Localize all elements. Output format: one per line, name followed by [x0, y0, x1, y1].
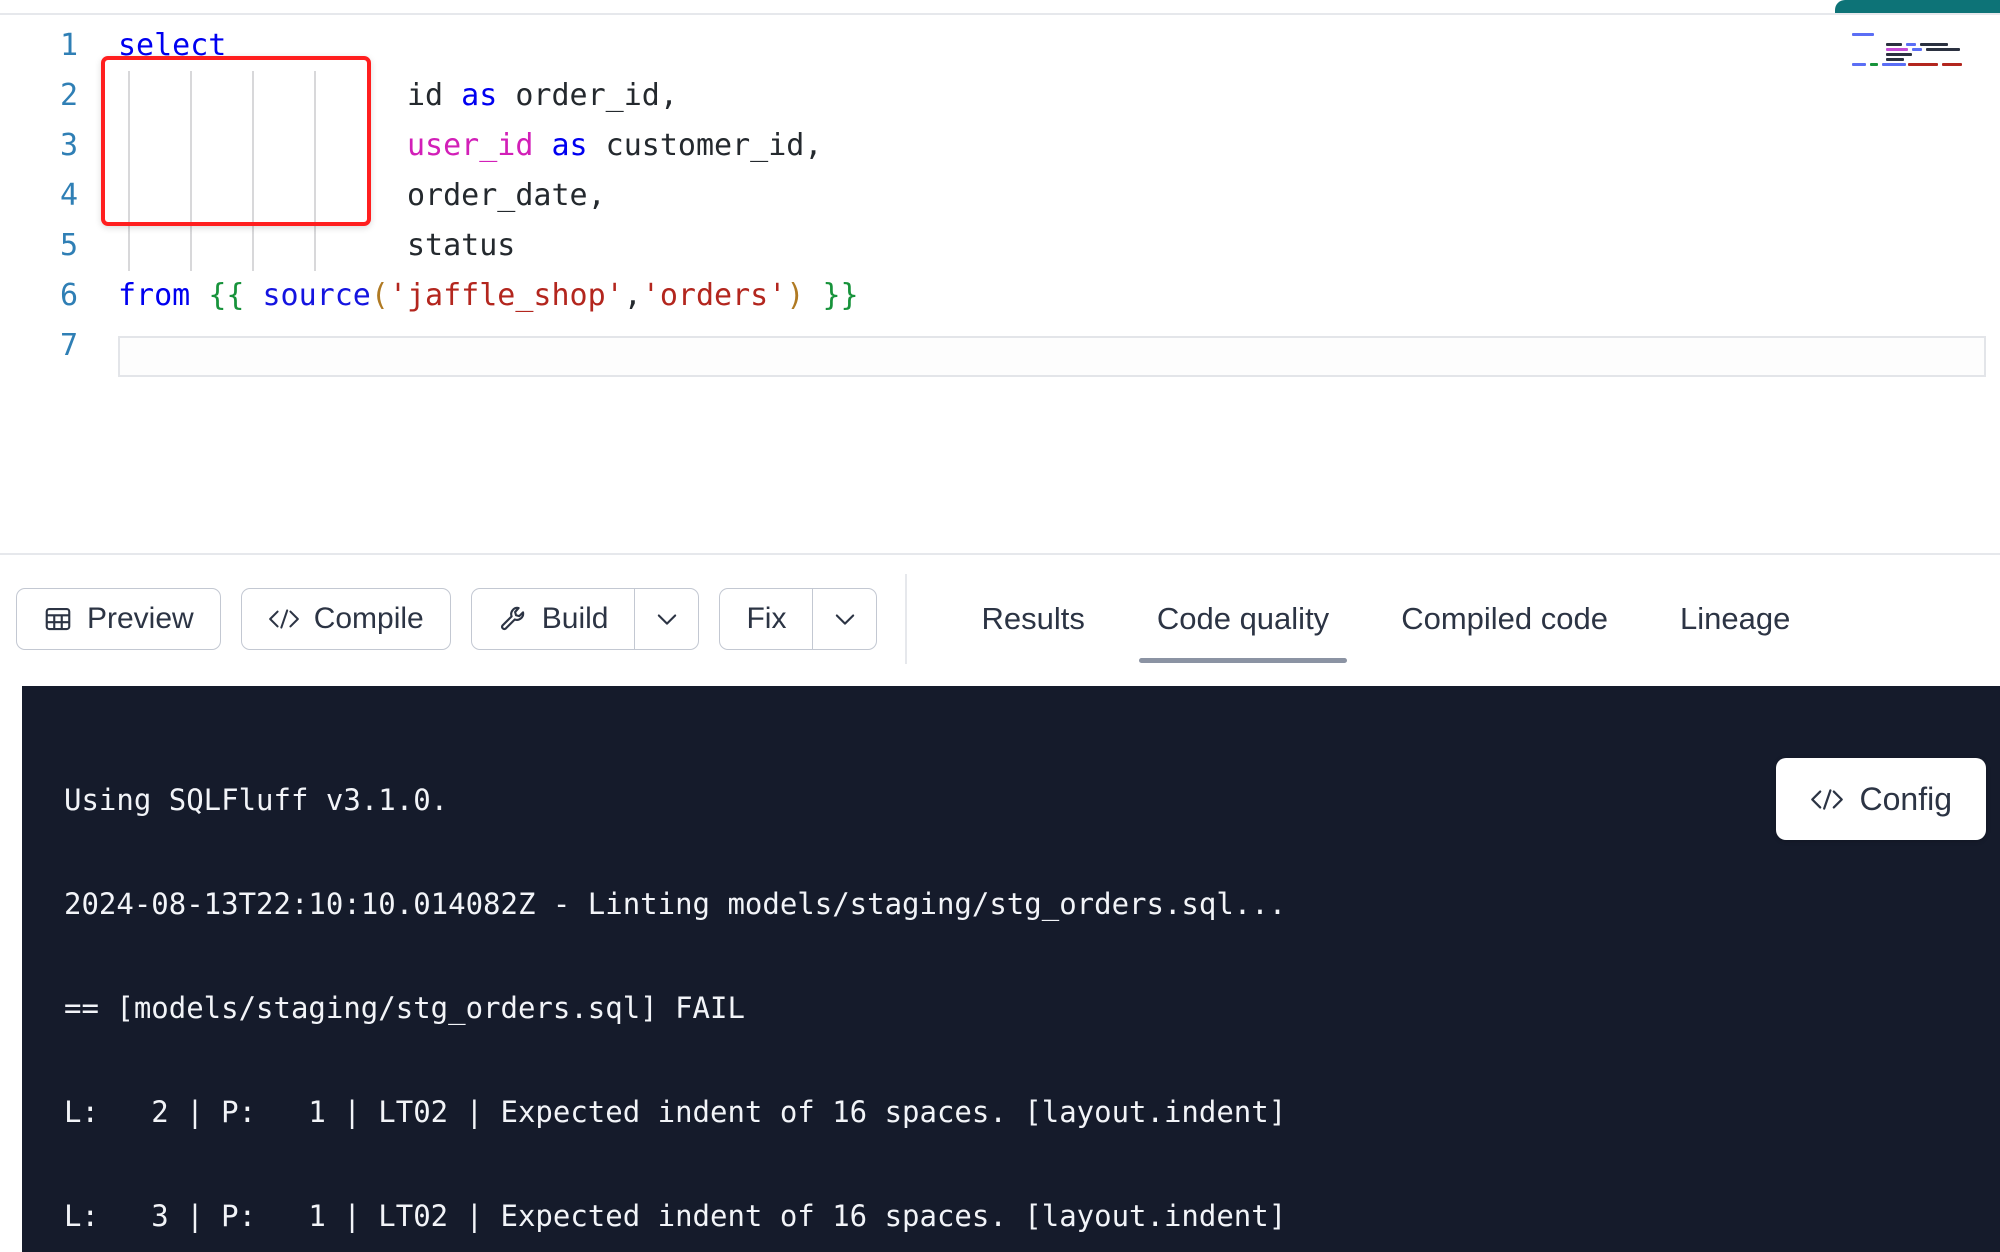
tab-results[interactable]: Results — [945, 555, 1120, 683]
line-number: 1 — [59, 28, 78, 63]
terminal-line: L: 2 | P: 1 | LT02 | Expected indent of … — [64, 1095, 1287, 1129]
tab-code-quality[interactable]: Code quality — [1121, 555, 1365, 683]
code-line[interactable]: 4 order_date, — [0, 171, 2000, 221]
fix-button-label: Fix — [746, 602, 787, 635]
tab-lineage[interactable]: Lineage — [1644, 555, 1826, 683]
line-content: status — [406, 228, 516, 263]
table-icon — [43, 604, 73, 634]
code-line[interactable]: 1 select — [0, 21, 2000, 71]
fix-button[interactable]: Fix — [720, 589, 812, 649]
terminal-line: Using SQLFluff v3.1.0. — [64, 783, 449, 817]
code-quality-terminal[interactable]: Using SQLFluff v3.1.0. 2024-08-13T22:10:… — [22, 686, 2000, 1252]
code-line[interactable]: 3 user_id as customer_id, — [0, 121, 2000, 171]
results-tabbar: Results Code quality Compiled code Linea… — [945, 555, 1826, 683]
terminal-line: L: 3 | P: 1 | LT02 | Expected indent of … — [64, 1199, 1287, 1233]
line-content: select — [118, 28, 227, 63]
sql-editor[interactable]: 1 select 2 id as order_id, 3 user_id as … — [0, 15, 2000, 553]
dbt-ide-screen: 1 select 2 id as order_id, 3 user_id as … — [0, 0, 2000, 1252]
code-line[interactable]: 2 id as order_id, — [0, 71, 2000, 121]
line-number: 5 — [59, 228, 78, 263]
terminal-line: == [models/staging/stg_orders.sql] FAIL — [64, 991, 745, 1025]
editor-toolbar: Preview Compile Build Fix Results Code q… — [0, 555, 2000, 683]
wrench-icon — [498, 604, 528, 634]
code-brackets-icon — [268, 606, 300, 632]
build-button[interactable]: Build — [472, 589, 635, 649]
toolbar-separator — [905, 574, 908, 664]
terminal-line: 2024-08-13T22:10:10.014082Z - Linting mo… — [64, 887, 1287, 921]
tab-code-quality-label: Code quality — [1156, 601, 1330, 636]
fix-split-button: Fix — [719, 588, 878, 650]
build-split-button: Build — [470, 588, 700, 650]
preview-button[interactable]: Preview — [16, 588, 221, 650]
code-line[interactable]: 6 from {{ source('jaffle_shop','orders')… — [0, 271, 2000, 321]
line-number: 6 — [59, 278, 78, 313]
tab-results-label: Results — [981, 601, 1085, 636]
action-button-group: Preview Compile Build Fix — [0, 588, 878, 650]
line-number: 7 — [59, 328, 78, 363]
tab-compiled-code[interactable]: Compiled code — [1365, 555, 1644, 683]
code-brackets-icon — [1810, 786, 1844, 813]
fix-dropdown-toggle[interactable] — [812, 589, 876, 649]
terminal-output: Using SQLFluff v3.1.0. 2024-08-13T22:10:… — [22, 686, 2000, 1252]
line-content: id as order_id, — [406, 78, 678, 113]
chevron-down-icon — [831, 605, 859, 633]
active-line-highlight — [118, 336, 1986, 377]
editor-tab-strip[interactable] — [1835, 0, 2000, 13]
build-button-label: Build — [541, 602, 609, 635]
line-number: 3 — [59, 128, 78, 163]
code-line[interactable]: 5 status — [0, 221, 2000, 271]
preview-button-label: Preview — [87, 602, 194, 635]
compile-button[interactable]: Compile — [240, 588, 451, 650]
tab-lineage-label: Lineage — [1679, 601, 1791, 636]
build-dropdown-toggle[interactable] — [634, 589, 698, 649]
tab-compiled-code-label: Compiled code — [1401, 601, 1608, 636]
chevron-down-icon — [653, 605, 681, 633]
line-content: user_id as customer_id, — [406, 128, 823, 163]
config-button[interactable]: Config — [1775, 758, 1986, 840]
code-area[interactable]: 1 select 2 id as order_id, 3 user_id as … — [0, 15, 2000, 377]
line-content: from {{ source('jaffle_shop','orders') }… — [118, 278, 859, 313]
config-button-label: Config — [1859, 780, 1953, 817]
compile-button-label: Compile — [313, 602, 424, 635]
line-number: 4 — [59, 178, 78, 213]
line-number: 2 — [59, 78, 78, 113]
line-content: order_date, — [406, 178, 606, 213]
code-minimap[interactable] — [1848, 32, 1984, 76]
